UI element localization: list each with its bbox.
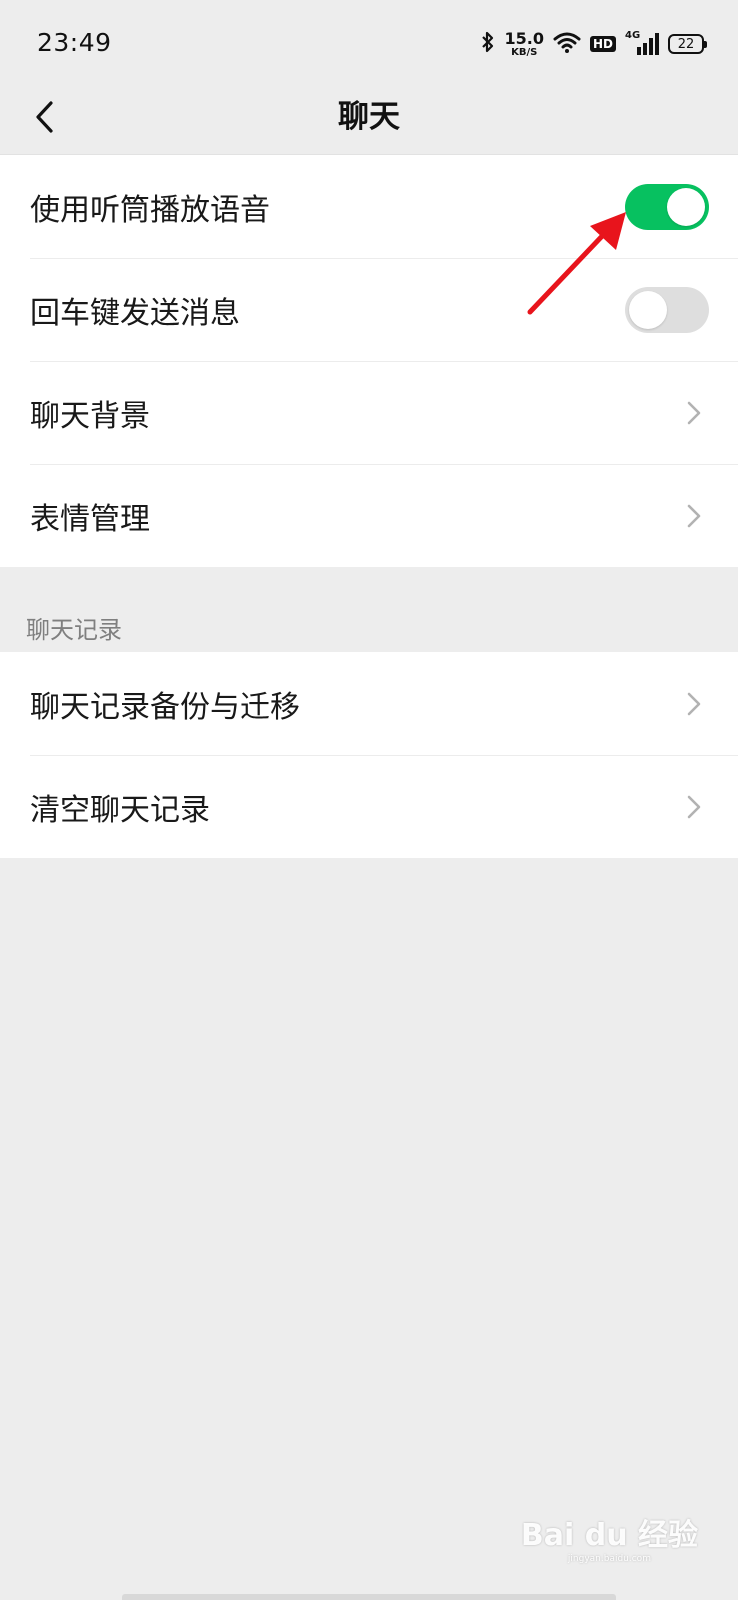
- setting-row-earpiece[interactable]: 使用听筒播放语音: [0, 155, 738, 258]
- hd-icon: HD: [589, 36, 616, 52]
- chat-settings-group: 使用听筒播放语音 回车键发送消息 聊天背景 表情管理: [0, 155, 738, 567]
- cellular-signal-icon: 4G: [625, 30, 659, 56]
- setting-row-clear-history[interactable]: 清空聊天记录: [0, 755, 738, 858]
- battery-level: 22: [677, 36, 695, 52]
- chat-history-group: 聊天记录备份与迁移 清空聊天记录: [0, 652, 738, 858]
- setting-row-sticker-management[interactable]: 表情管理: [0, 464, 738, 567]
- earpiece-toggle[interactable]: [625, 184, 709, 230]
- watermark-brand: Bai du 经验: [520, 1518, 698, 1553]
- chevron-right-icon: [687, 504, 701, 528]
- enter-send-toggle[interactable]: [625, 287, 709, 333]
- status-time: 23:49: [37, 28, 112, 57]
- setting-label: 聊天记录备份与迁移: [30, 689, 300, 725]
- wifi-icon: [553, 31, 581, 57]
- setting-label: 使用听筒播放语音: [30, 192, 270, 228]
- chevron-right-icon: [687, 692, 701, 716]
- baidu-watermark: Bai du 经验 jingyan.baidu.com: [521, 1510, 698, 1564]
- chevron-right-icon: [687, 401, 701, 425]
- network-speed-value: 15.0: [504, 28, 544, 48]
- setting-label: 清空聊天记录: [30, 792, 210, 828]
- network-speed-unit: KB/S: [511, 46, 538, 58]
- page-title: 聊天: [338, 99, 400, 135]
- watermark-url: jingyan.baidu.com: [567, 1554, 651, 1564]
- status-icons: 15.0 KB/S HD 4G 22: [480, 26, 707, 62]
- setting-label: 表情管理: [30, 501, 150, 537]
- setting-label: 回车键发送消息: [30, 295, 240, 331]
- setting-label: 聊天背景: [30, 398, 150, 434]
- setting-row-chat-background[interactable]: 聊天背景: [0, 361, 738, 464]
- network-speed: 15.0 KB/S: [504, 28, 544, 58]
- toggle-knob: [629, 291, 667, 329]
- setting-row-enter-send[interactable]: 回车键发送消息: [0, 258, 738, 361]
- status-bar: 23:49 15.0 KB/S HD 4G 22: [0, 0, 738, 84]
- bluetooth-icon: [480, 30, 496, 58]
- nav-bar: 聊天: [0, 84, 738, 155]
- chevron-right-icon: [687, 795, 701, 819]
- battery-icon: 22: [668, 34, 707, 54]
- home-indicator: [122, 1594, 616, 1600]
- setting-row-backup-migrate[interactable]: 聊天记录备份与迁移: [0, 652, 738, 755]
- section-header-chat-history: 聊天记录: [26, 616, 122, 644]
- toggle-knob: [667, 188, 705, 226]
